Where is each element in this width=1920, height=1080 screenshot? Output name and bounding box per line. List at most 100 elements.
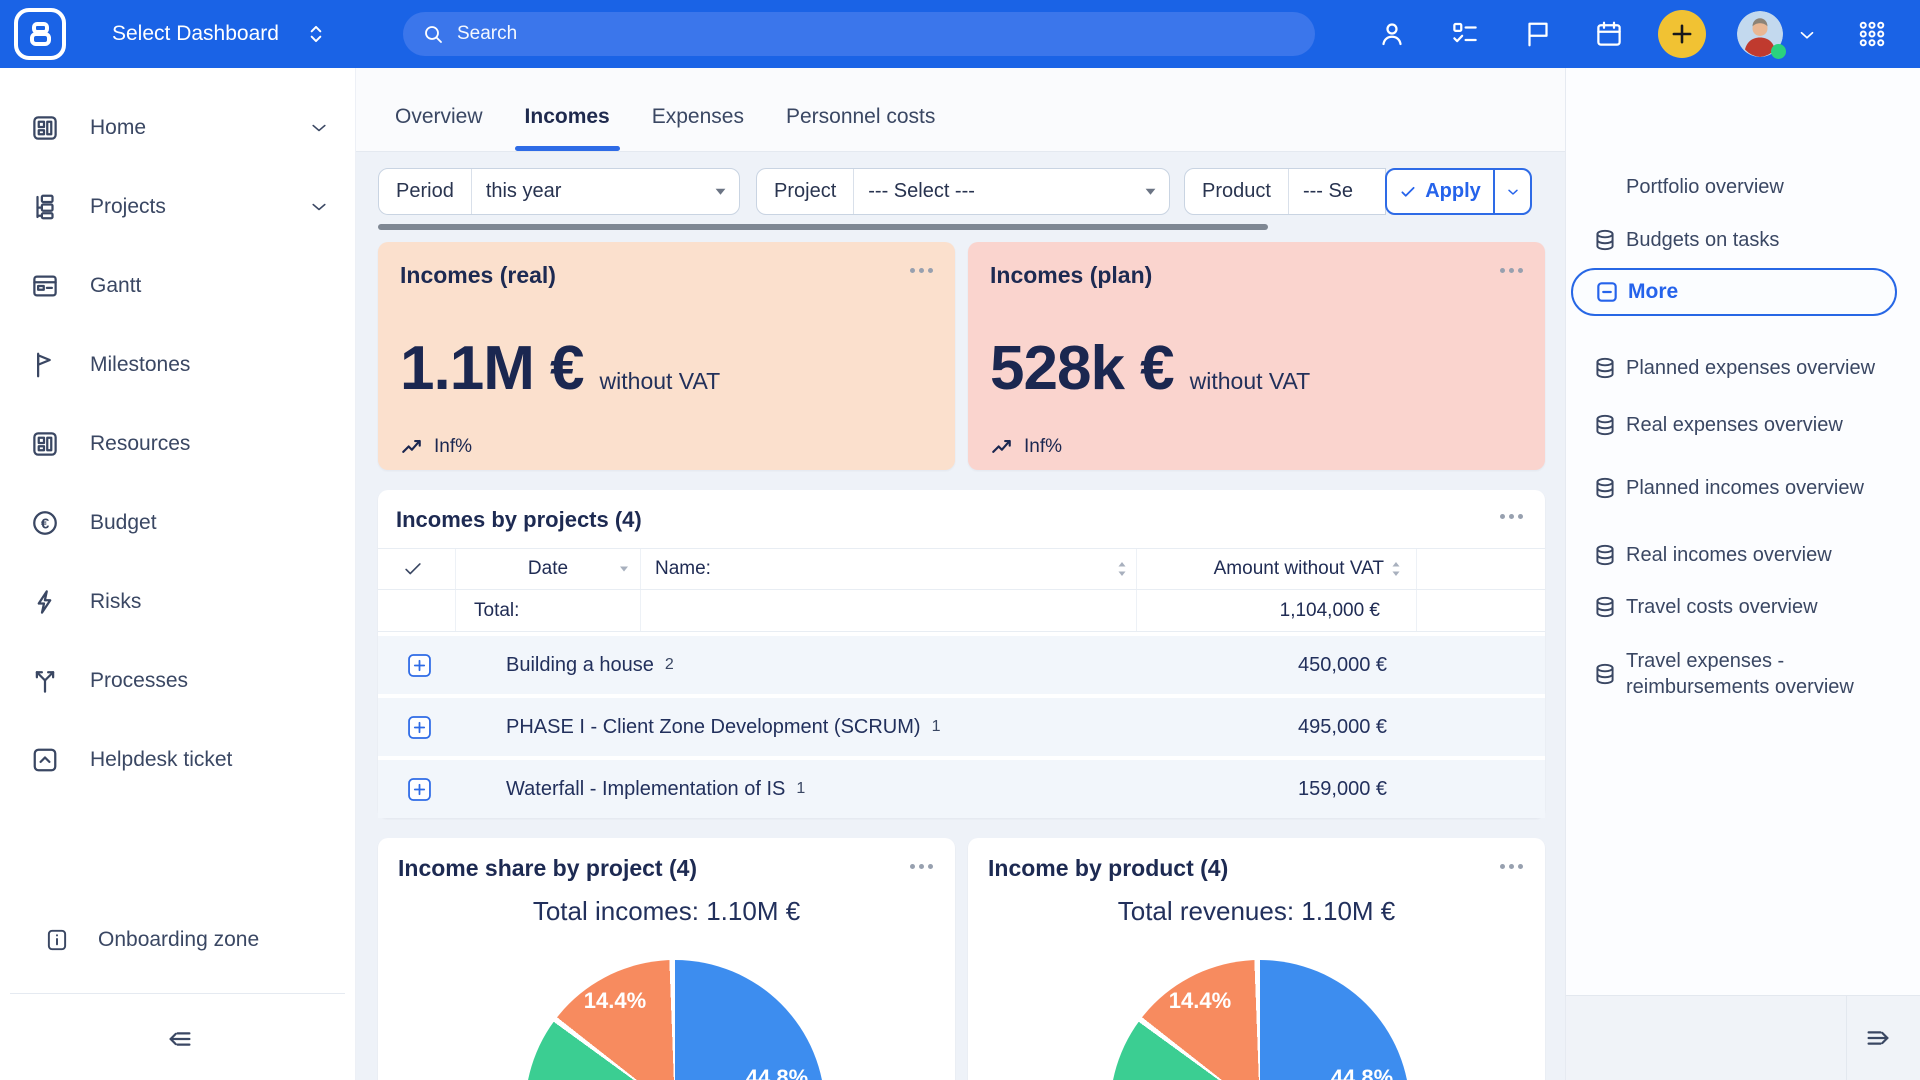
kpi-trend: Inf% bbox=[400, 434, 472, 460]
panel-item-travel-expenses-reimbursements-overview[interactable]: Travel expenses - reimbursements overvie… bbox=[1566, 646, 1920, 702]
sort-icon bbox=[1390, 560, 1402, 578]
horizontal-scrollbar[interactable] bbox=[378, 224, 1268, 230]
panel-item-real-expenses-overview[interactable]: Real expenses overview bbox=[1566, 408, 1920, 442]
panel-item-label: Real expenses overview bbox=[1626, 412, 1843, 438]
database-icon bbox=[1592, 355, 1618, 381]
panel-item-label: Planned expenses overview bbox=[1626, 355, 1875, 381]
dashboard-selector-label: Select Dashboard bbox=[112, 22, 279, 46]
kpi-trend-value: Inf% bbox=[1024, 436, 1062, 458]
kpi-vat-note: without VAT bbox=[1190, 368, 1311, 395]
search-bar[interactable] bbox=[403, 12, 1315, 56]
sidebar-item-processes[interactable]: Processes bbox=[0, 641, 355, 720]
sidebar-item-milestones[interactable]: Milestones bbox=[0, 325, 355, 404]
pie-chart[interactable]: 14.4% 44.8% bbox=[1110, 960, 1410, 1080]
panel-item-travel-costs-overview[interactable]: Travel costs overview bbox=[1566, 590, 1920, 624]
column-label: Name: bbox=[655, 558, 711, 580]
kpi-card-title: Incomes (plan) bbox=[990, 262, 1152, 289]
apps-grid-button[interactable] bbox=[1852, 14, 1892, 54]
period-select[interactable]: this year bbox=[472, 180, 714, 203]
search-icon bbox=[421, 22, 445, 46]
card-menu-button[interactable] bbox=[1500, 514, 1523, 519]
tasks-button[interactable] bbox=[1445, 14, 1485, 54]
sidebar-item-home[interactable]: Home bbox=[0, 88, 355, 167]
kpi-vat-note: without VAT bbox=[600, 368, 721, 395]
project-select[interactable]: --- Select --- bbox=[854, 180, 1144, 203]
sidebar-item-risks[interactable]: Risks bbox=[0, 562, 355, 641]
flag-button[interactable] bbox=[1517, 14, 1557, 54]
card-menu-button[interactable] bbox=[1500, 268, 1523, 273]
total-empty-cell bbox=[378, 590, 456, 631]
panel-item-planned-incomes-overview[interactable]: Planned incomes overview bbox=[1566, 460, 1920, 516]
table-row[interactable]: Waterfall - Implementation of IS 1 159,0… bbox=[378, 760, 1545, 818]
collapse-sidebar-button[interactable] bbox=[162, 1021, 198, 1057]
user-button[interactable] bbox=[1372, 14, 1412, 54]
panel-item-label: Budgets on tasks bbox=[1626, 227, 1779, 253]
calendar-button[interactable] bbox=[1589, 14, 1629, 54]
pie-total-caption: Total revenues: 1.10M € bbox=[968, 896, 1545, 927]
card-menu-button[interactable] bbox=[910, 268, 933, 273]
panel-item-portfolio-overview[interactable]: Portfolio overview bbox=[1566, 170, 1920, 204]
sidebar-item-onboarding-zone[interactable]: Onboarding zone bbox=[0, 914, 355, 966]
caret-down-icon bbox=[618, 564, 630, 574]
app-logo[interactable] bbox=[14, 8, 66, 60]
kpi-amount: 1.1M € bbox=[400, 334, 584, 404]
table-row[interactable]: Building a house 2 450,000 € bbox=[378, 636, 1545, 694]
database-icon bbox=[1592, 661, 1618, 687]
panel-item-more[interactable]: More bbox=[1571, 268, 1897, 316]
kpi-amount: 528k € bbox=[990, 334, 1174, 404]
column-label: Amount without VAT bbox=[1214, 558, 1384, 580]
pie-slice-label: 14.4% bbox=[573, 988, 657, 1014]
dashboard-selector[interactable]: Select Dashboard bbox=[112, 0, 329, 68]
project-filter: Project --- Select --- bbox=[756, 168, 1170, 215]
pie-slice-label: 14.4% bbox=[1158, 988, 1242, 1014]
total-empty-cell bbox=[641, 590, 1137, 631]
apply-button[interactable]: Apply bbox=[1387, 170, 1493, 213]
tab-personnel-costs[interactable]: Personnel costs bbox=[786, 82, 935, 151]
project-entry-count: 2 bbox=[665, 656, 674, 674]
panel-item-planned-expenses-overview[interactable]: Planned expenses overview bbox=[1566, 340, 1920, 396]
sidebar-item-helpdesk-ticket[interactable]: Helpdesk ticket bbox=[0, 720, 355, 799]
select-all-cell[interactable] bbox=[378, 549, 456, 589]
kpi-value: 1.1M € without VAT bbox=[400, 334, 720, 404]
online-status-dot bbox=[1771, 44, 1786, 59]
card-menu-button[interactable] bbox=[1500, 864, 1523, 869]
sidebar-item-label: Home bbox=[90, 116, 309, 140]
sidebar-item-resources[interactable]: Resources bbox=[0, 404, 355, 483]
risk-lightning-icon bbox=[30, 587, 60, 617]
tab-expenses[interactable]: Expenses bbox=[652, 82, 744, 151]
column-header-amount[interactable]: Amount without VAT bbox=[1137, 549, 1417, 589]
kpi-card-incomes-real: Incomes (real) 1.1M € without VAT Inf% bbox=[378, 242, 955, 470]
expand-panel-button[interactable] bbox=[1860, 1020, 1896, 1056]
sidebar-item-label: Processes bbox=[90, 669, 329, 693]
tab-incomes[interactable]: Incomes bbox=[525, 82, 610, 151]
product-select[interactable]: --- Se bbox=[1289, 180, 1385, 203]
add-button[interactable] bbox=[1658, 10, 1706, 58]
column-header-name[interactable]: Name: bbox=[641, 549, 1137, 589]
avatar-menu-chevron[interactable] bbox=[1796, 24, 1818, 46]
sidebar-item-projects[interactable]: Projects bbox=[0, 167, 355, 246]
sidebar-item-gantt[interactable]: Gantt bbox=[0, 246, 355, 325]
project-amount: 495,000 € bbox=[1298, 716, 1387, 739]
column-header-date[interactable]: Date bbox=[456, 549, 641, 589]
panel-item-budgets-on-tasks[interactable]: Budgets on tasks bbox=[1566, 223, 1920, 257]
pie-chart[interactable]: 14.4% 44.8% bbox=[525, 960, 825, 1080]
expand-row-icon[interactable] bbox=[408, 716, 431, 739]
total-label-cell: Total: bbox=[456, 590, 641, 631]
period-filter-label: Period bbox=[379, 180, 471, 203]
table-row[interactable]: PHASE I - Client Zone Development (SCRUM… bbox=[378, 698, 1545, 756]
tab-overview[interactable]: Overview bbox=[395, 82, 483, 151]
pie-card-title: Income by product (4) bbox=[988, 855, 1228, 882]
budget-tabs: Overview Incomes Expenses Personnel cost… bbox=[356, 68, 1565, 152]
avatar[interactable] bbox=[1737, 11, 1783, 57]
pie-total-caption: Total incomes: 1.10M € bbox=[378, 896, 955, 927]
panel-item-real-incomes-overview[interactable]: Real incomes overview bbox=[1566, 538, 1920, 572]
card-menu-button[interactable] bbox=[910, 864, 933, 869]
search-input[interactable] bbox=[457, 23, 1257, 45]
apply-options-button[interactable] bbox=[1493, 170, 1530, 213]
expand-row-icon[interactable] bbox=[408, 654, 431, 677]
project-name: PHASE I - Client Zone Development (SCRUM… bbox=[506, 716, 921, 739]
expand-row-icon[interactable] bbox=[408, 778, 431, 801]
sidebar-item-budget[interactable]: € Budget bbox=[0, 483, 355, 562]
left-sidebar: Home Projects Gantt Milestones Resources… bbox=[0, 68, 356, 1080]
period-filter: Period this year bbox=[378, 168, 740, 215]
